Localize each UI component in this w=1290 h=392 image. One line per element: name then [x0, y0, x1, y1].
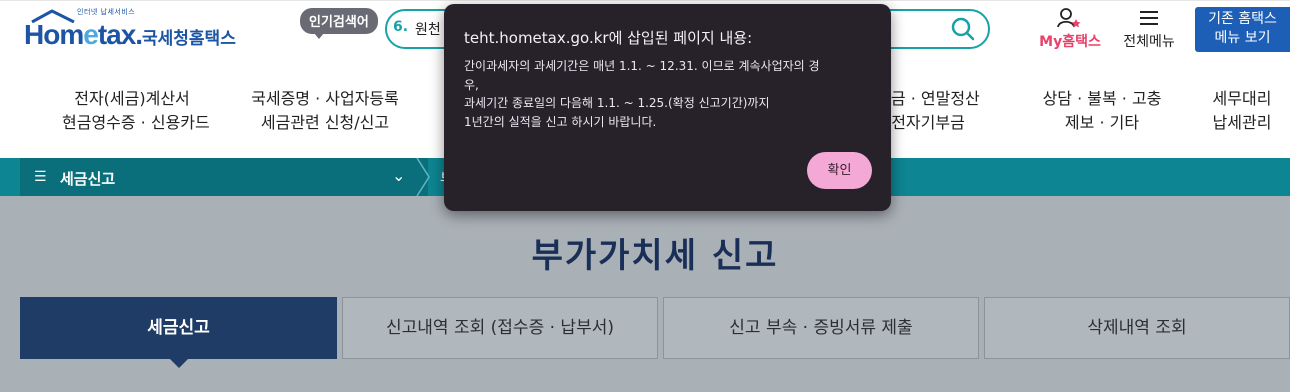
- nav-line: 전자(세금)계산서: [74, 89, 190, 108]
- search-rank: 6.: [393, 19, 409, 35]
- dialog-message-line: 우,: [464, 77, 479, 92]
- nav-line: 국세증명 · 사업자등록: [251, 89, 399, 108]
- hometax-logo[interactable]: 인터넷 납세서비스 Hometax. 국세청홈택스: [22, 7, 242, 53]
- nav-line: 상담 · 불복 · 고충: [1042, 89, 1162, 108]
- my-hometax-button[interactable]: My홈택스: [1032, 7, 1108, 53]
- nav-line: 세무대리: [1212, 89, 1272, 108]
- popular-search-badge: 인기검색어: [300, 8, 378, 39]
- dialog-title: teht.hometax.go.kr에 삽입된 페이지 내용:: [464, 29, 753, 47]
- dialog-message-line: 1년간의 실적을 신고 하시기 바랍니다.: [464, 114, 657, 129]
- nav-line: 제보 · 기타: [1064, 113, 1140, 132]
- dialog-message-line: 과세기간 종료일의 다음해 1.1. ~ 1.25.(확정 신고기간)까지: [464, 96, 770, 110]
- tab-document-submission[interactable]: 신고 부속 · 증빙서류 제출: [663, 297, 979, 359]
- ok-button[interactable]: 확인: [807, 152, 872, 189]
- dialog-message-line: 간이과세자의 과세기간은 매년 1.1. ~ 12.31. 이므로 계속사업자의…: [464, 59, 820, 73]
- logo-tagline: 인터넷 납세서비스: [77, 8, 136, 16]
- tab-deleted-history[interactable]: 삭제내역 조회: [984, 297, 1290, 359]
- logo-wordmark: Hometax.: [24, 19, 143, 50]
- nav-item-counseling[interactable]: 상담 · 불복 · 고충 제보 · 기타: [1032, 87, 1172, 135]
- old-hometax-line2: 메뉴 보기: [1214, 30, 1271, 46]
- search-icon[interactable]: [948, 14, 978, 44]
- nav-line: 납세관리: [1212, 113, 1272, 132]
- all-menu-label: 전체메뉴: [1123, 34, 1175, 50]
- alert-dialog: teht.hometax.go.kr에 삽입된 페이지 내용: 간이과세자의 과…: [444, 4, 891, 211]
- dialog-message: 간이과세자의 과세기간은 매년 1.1. ~ 12.31. 이므로 계속사업자의…: [464, 57, 874, 131]
- hamburger-icon: [1140, 11, 1158, 25]
- old-hometax-menu-button[interactable]: 기존 홈택스 메뉴 보기: [1195, 7, 1290, 52]
- menu-icon: ☰: [34, 169, 47, 185]
- logo-subtitle: 국세청홈택스: [142, 29, 236, 49]
- tab-tax-filing[interactable]: 세금신고: [20, 297, 337, 368]
- breadcrumb-current: 세금신고: [60, 170, 116, 188]
- nav-item-tax-agent[interactable]: 세무대리 납세관리: [1200, 87, 1284, 135]
- breadcrumb-dropdown[interactable]: ☰ 세금신고 ⌄: [20, 158, 428, 196]
- all-menu-button[interactable]: 전체메뉴: [1116, 7, 1182, 53]
- popular-search-term[interactable]: 원천: [415, 19, 441, 39]
- user-icon: [1057, 8, 1081, 28]
- chevron-down-icon: ⌄: [392, 166, 406, 185]
- my-hometax-label: My홈택스: [1039, 34, 1101, 50]
- old-hometax-line1: 기존 홈택스: [1208, 11, 1277, 27]
- nav-item-certificates[interactable]: 국세증명 · 사업자등록 세금관련 신청/신고: [240, 87, 410, 135]
- nav-item-e-invoice[interactable]: 전자(세금)계산서 현금영수증 · 신용카드: [62, 87, 210, 135]
- page-title: 부가가치세 신고: [531, 236, 779, 276]
- breadcrumb-separator-icon: [416, 158, 430, 196]
- content-area: [0, 196, 1290, 392]
- nav-line: 현금영수증 · 신용카드: [62, 113, 210, 132]
- nav-line: 세금관련 신청/신고: [260, 113, 390, 132]
- tab-filing-history[interactable]: 신고내역 조회 (접수증 · 납부서): [342, 297, 658, 359]
